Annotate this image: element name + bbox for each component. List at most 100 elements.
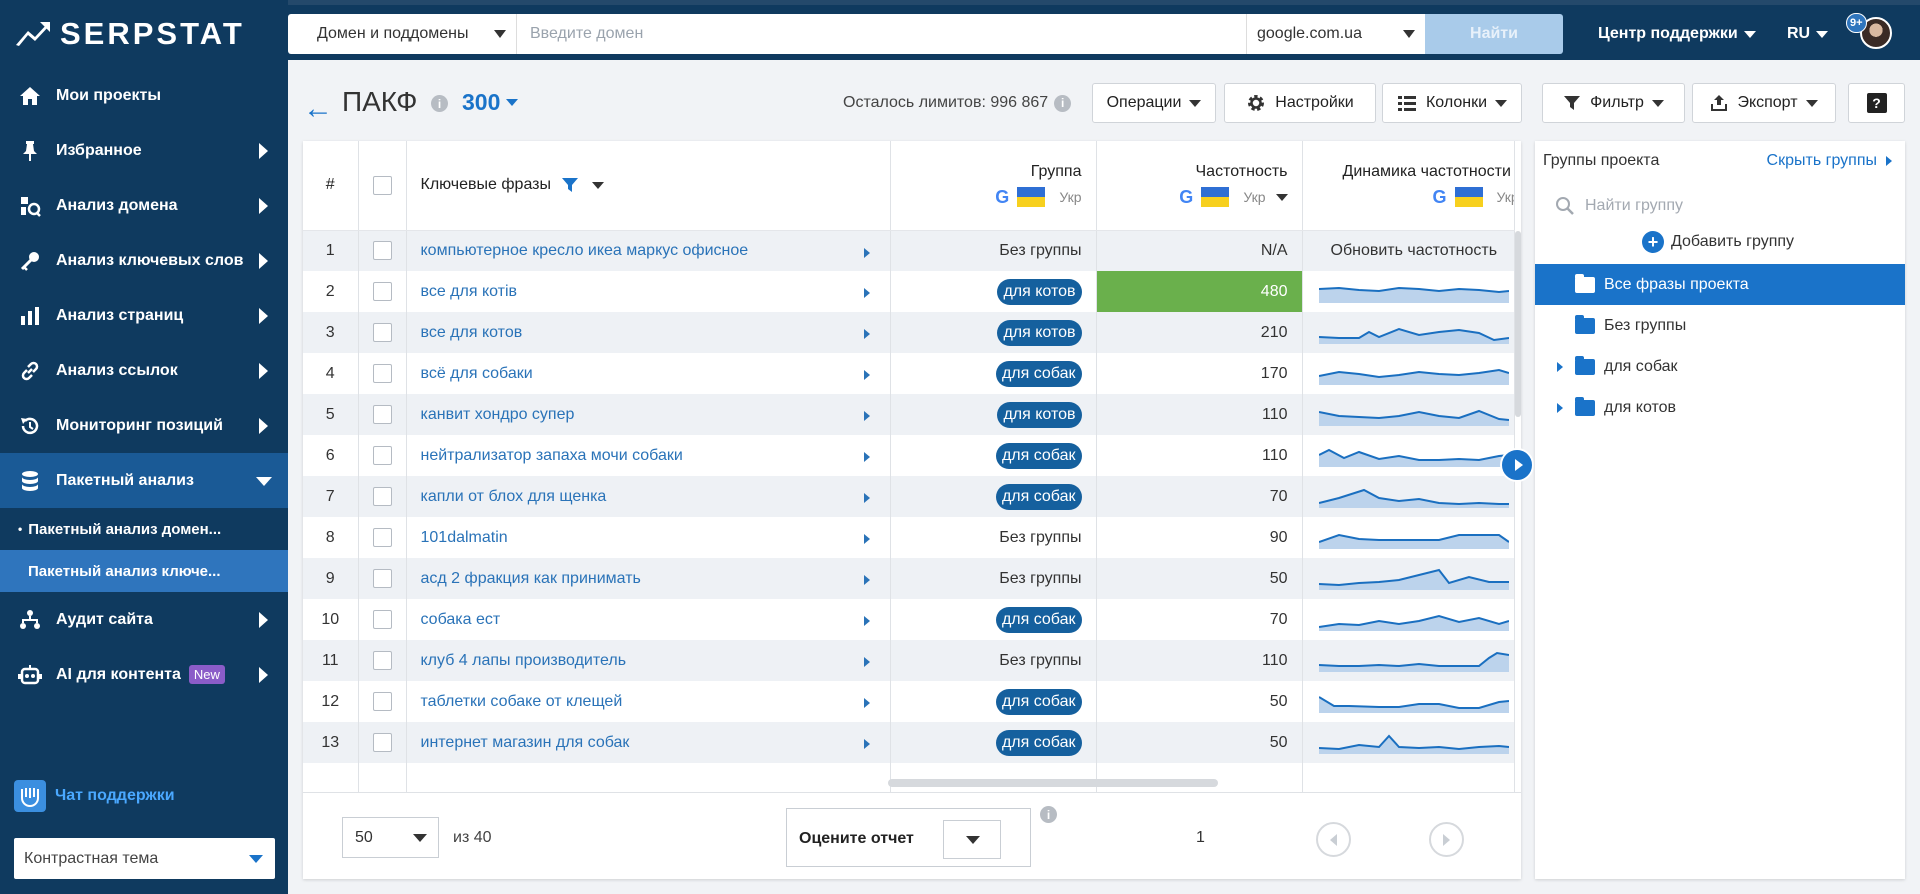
- row-checkbox[interactable]: [372, 528, 392, 547]
- keyword-cell[interactable]: интернет магазин для собак: [406, 722, 891, 763]
- sidebar-item-ai-content[interactable]: AI для контента New: [0, 647, 288, 702]
- sidebar-item-projects[interactable]: Мои проекты: [0, 68, 288, 123]
- horizontal-scrollbar[interactable]: [888, 779, 1218, 787]
- keyword-count-dropdown[interactable]: 300: [462, 89, 519, 116]
- keyword-link[interactable]: компьютерное кресло икеа маркус офисное: [421, 242, 749, 259]
- next-page-button[interactable]: [1429, 822, 1464, 857]
- keyword-cell[interactable]: всё для собаки: [406, 353, 891, 394]
- logo[interactable]: SERPSTAT: [14, 16, 245, 52]
- info-icon[interactable]: i: [1040, 806, 1057, 823]
- chevron-down-icon[interactable]: [591, 181, 604, 189]
- find-button[interactable]: Найти: [1425, 14, 1563, 54]
- sidebar-item-link-analysis[interactable]: Анализ ссылок: [0, 343, 288, 398]
- chevron-right-icon[interactable]: [863, 575, 870, 585]
- sidebar-subitem-batch-domains[interactable]: • Пакетный анализ домен...: [0, 508, 288, 550]
- chevron-right-icon[interactable]: [863, 616, 870, 626]
- row-checkbox[interactable]: [372, 651, 392, 670]
- keyword-link[interactable]: все для котов: [421, 324, 523, 341]
- group-badge[interactable]: для собак: [995, 442, 1082, 469]
- keyword-cell[interactable]: собака ест: [406, 599, 891, 640]
- group-badge[interactable]: для собак: [995, 360, 1082, 387]
- group-badge[interactable]: для собак: [995, 688, 1082, 715]
- group-badge[interactable]: для котов: [997, 278, 1082, 305]
- group-item-dogs[interactable]: для собак: [1535, 346, 1905, 387]
- expand-arrow-icon[interactable]: [1557, 361, 1563, 372]
- keyword-link[interactable]: канвит хондро супер: [421, 406, 575, 423]
- row-checkbox[interactable]: [372, 364, 392, 383]
- row-checkbox[interactable]: [372, 569, 392, 588]
- group-item-all[interactable]: Все фразы проекта: [1535, 264, 1905, 305]
- operations-button[interactable]: Операции: [1092, 83, 1216, 123]
- filter-icon[interactable]: [561, 176, 579, 194]
- group-badge[interactable]: для котов: [997, 401, 1082, 428]
- column-header-keywords[interactable]: Ключевые фразы: [406, 141, 891, 231]
- group-item-cats[interactable]: для котов: [1535, 387, 1905, 428]
- select-all-checkbox[interactable]: [372, 175, 392, 195]
- row-checkbox[interactable]: [372, 323, 392, 342]
- sidebar-item-keyword-analysis[interactable]: Анализ ключевых слов: [0, 233, 288, 288]
- chevron-right-icon[interactable]: [863, 657, 870, 667]
- support-chat-button[interactable]: Чат поддержки: [14, 780, 175, 812]
- vertical-scrollbar[interactable]: [1515, 231, 1521, 417]
- keyword-link[interactable]: интернет магазин для собак: [421, 734, 630, 751]
- keyword-link[interactable]: 101dalmatin: [421, 529, 508, 546]
- columns-button[interactable]: Колонки: [1382, 83, 1522, 123]
- settings-button[interactable]: Настройки: [1224, 83, 1376, 123]
- row-checkbox[interactable]: [372, 692, 392, 711]
- row-checkbox[interactable]: [372, 610, 392, 629]
- group-search-input[interactable]: [1585, 197, 1865, 215]
- keyword-cell[interactable]: компьютерное кресло икеа маркус офисное: [406, 230, 891, 271]
- per-page-select[interactable]: 50: [342, 817, 439, 858]
- keyword-link[interactable]: таблетки собаке от клещей: [421, 693, 623, 710]
- column-header-dynamics[interactable]: Динамика частотности G Укр: [1302, 141, 1515, 231]
- sort-down-icon[interactable]: [1275, 193, 1288, 201]
- rate-report-select[interactable]: [943, 820, 1001, 859]
- keyword-cell[interactable]: все для котів: [406, 271, 891, 312]
- domain-input[interactable]: [517, 14, 1246, 54]
- sidebar-item-batch-analysis[interactable]: Пакетный анализ: [0, 453, 288, 508]
- search-engine-select[interactable]: google.com.ua: [1246, 14, 1425, 54]
- help-button[interactable]: ?: [1848, 83, 1905, 123]
- chevron-right-icon[interactable]: [863, 329, 870, 339]
- chevron-right-icon[interactable]: [863, 247, 870, 258]
- keyword-link[interactable]: все для котів: [421, 283, 518, 300]
- keyword-link[interactable]: капли от блох для щенка: [421, 488, 607, 505]
- sidebar-item-domain-analysis[interactable]: Анализ домена: [0, 178, 288, 233]
- chevron-right-icon[interactable]: [863, 698, 870, 708]
- expand-arrow-icon[interactable]: [1557, 402, 1563, 413]
- row-checkbox[interactable]: [372, 733, 392, 752]
- expand-columns-button[interactable]: [1500, 448, 1534, 482]
- keyword-cell[interactable]: клуб 4 лапы производитель: [406, 640, 891, 681]
- prev-page-button[interactable]: [1316, 822, 1351, 857]
- add-group-button[interactable]: + Добавить группу: [1642, 231, 1794, 253]
- sidebar-item-favorites[interactable]: Избранное: [0, 123, 288, 178]
- sidebar-item-site-audit[interactable]: Аудит сайта: [0, 592, 288, 647]
- group-badge[interactable]: для котов: [997, 319, 1082, 346]
- chevron-right-icon[interactable]: [863, 493, 870, 503]
- chevron-right-icon[interactable]: [863, 739, 870, 749]
- keyword-cell[interactable]: асд 2 фракция как принимать: [406, 558, 891, 599]
- row-checkbox[interactable]: [372, 405, 392, 424]
- language-select[interactable]: RU: [1787, 25, 1829, 43]
- sidebar-item-rank-tracker[interactable]: Мониторинг позиций: [0, 398, 288, 453]
- group-item-no-group[interactable]: Без группы: [1535, 305, 1905, 346]
- group-badge[interactable]: для собак: [995, 606, 1082, 633]
- back-arrow-icon[interactable]: ←: [303, 92, 333, 126]
- keyword-link[interactable]: нейтрализатор запаха мочи собаки: [421, 447, 683, 464]
- sidebar-item-page-analysis[interactable]: Анализ страниц: [0, 288, 288, 343]
- keyword-cell[interactable]: капли от блох для щенка: [406, 476, 891, 517]
- row-checkbox[interactable]: [372, 487, 392, 506]
- row-checkbox[interactable]: [372, 282, 392, 301]
- search-type-select[interactable]: Домен и поддомены: [288, 14, 517, 54]
- chevron-right-icon[interactable]: [863, 452, 870, 462]
- hide-groups-button[interactable]: Скрыть группы: [1767, 152, 1892, 170]
- keyword-link[interactable]: собака ест: [421, 611, 501, 628]
- keyword-cell[interactable]: таблетки собаке от клещей: [406, 681, 891, 722]
- info-icon[interactable]: i: [431, 95, 448, 112]
- sidebar-subitem-batch-keywords[interactable]: Пакетный анализ ключе...: [0, 550, 288, 592]
- row-checkbox[interactable]: [372, 241, 392, 261]
- keyword-link[interactable]: клуб 4 лапы производитель: [421, 652, 627, 669]
- group-badge[interactable]: для собак: [995, 729, 1082, 756]
- keyword-cell[interactable]: все для котов: [406, 312, 891, 353]
- chevron-right-icon[interactable]: [863, 370, 870, 380]
